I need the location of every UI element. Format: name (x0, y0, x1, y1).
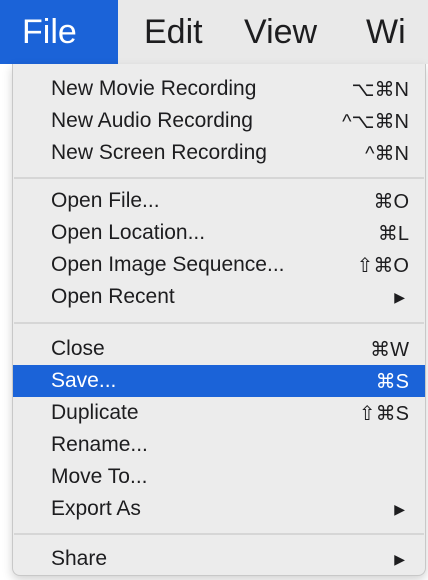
menu-item-move-to[interactable]: Move To... (13, 461, 425, 493)
submenu-arrow-icon: ▶ (394, 550, 405, 567)
submenu-arrow-icon: ▶ (394, 500, 405, 517)
menu-item-shortcut: ⌘S (375, 370, 409, 393)
menu-item-save[interactable]: Save... ⌘S (13, 365, 425, 397)
menu-item-duplicate[interactable]: Duplicate ⇧⌘S (13, 397, 425, 429)
menu-item-new-audio-recording[interactable]: New Audio Recording ^⌥⌘N (13, 105, 425, 137)
menu-item-label: Duplicate (51, 401, 139, 424)
menubar-edit[interactable]: Edit (118, 0, 240, 64)
menubar-file[interactable]: File (0, 0, 118, 64)
menu-item-label: Open Location... (51, 221, 206, 244)
menu-item-label: Export As (51, 497, 141, 520)
menu-item-shortcut: ^⌥⌘N (342, 110, 409, 133)
menu-item-open-file[interactable]: Open File... ⌘O (13, 185, 425, 217)
menubar-view[interactable]: View (240, 0, 352, 64)
menu-item-shortcut: ⌘O (373, 190, 409, 213)
menu-item-new-movie-recording[interactable]: New Movie Recording ⌥⌘N (13, 73, 425, 105)
menu-item-label: Save... (51, 369, 117, 392)
menu-item-label: New Audio Recording (51, 109, 253, 132)
menu-item-shortcut: ^⌘N (365, 142, 409, 165)
menu-separator (14, 177, 424, 179)
menu-item-shortcut: ⌘W (370, 338, 409, 361)
menu-item-label: New Screen Recording (51, 141, 267, 164)
menu-item-label: Rename... (51, 433, 148, 456)
menu-item-shortcut: ⌘L (377, 222, 409, 245)
file-menu-dropdown: New Movie Recording ⌥⌘N New Audio Record… (12, 64, 426, 576)
menu-item-shortcut: ⇧⌘O (356, 254, 409, 277)
menu-item-label: Open File... (51, 189, 160, 212)
menu-item-shortcut: ⇧⌘S (358, 402, 409, 425)
menu-item-export-as[interactable]: Export As ▶ (13, 493, 425, 525)
menu-item-rename[interactable]: Rename... (13, 429, 425, 461)
menu-item-shortcut: ⌥⌘N (351, 78, 410, 101)
menu-bar: File Edit View Wi (0, 0, 428, 64)
menu-separator (14, 533, 424, 535)
menu-item-label: Share (51, 547, 108, 570)
menu-item-open-image-sequence[interactable]: Open Image Sequence... ⇧⌘O (13, 249, 425, 281)
menu-item-open-location[interactable]: Open Location... ⌘L (13, 217, 425, 249)
menu-item-label: Close (51, 337, 105, 360)
menu-item-label: New Movie Recording (51, 77, 257, 100)
menu-item-label: Open Recent (51, 285, 175, 308)
menu-item-label: Open Image Sequence... (51, 253, 285, 276)
menu-item-new-screen-recording[interactable]: New Screen Recording ^⌘N (13, 137, 425, 169)
menu-separator (14, 322, 424, 324)
menu-item-close[interactable]: Close ⌘W (13, 333, 425, 365)
menu-item-open-recent[interactable]: Open Recent ▶ (13, 281, 425, 313)
menu-item-label: Move To... (51, 465, 148, 488)
menu-item-share[interactable]: Share ▶ (13, 543, 425, 575)
submenu-arrow-icon: ▶ (394, 288, 405, 305)
menubar-window[interactable]: Wi (352, 0, 428, 64)
